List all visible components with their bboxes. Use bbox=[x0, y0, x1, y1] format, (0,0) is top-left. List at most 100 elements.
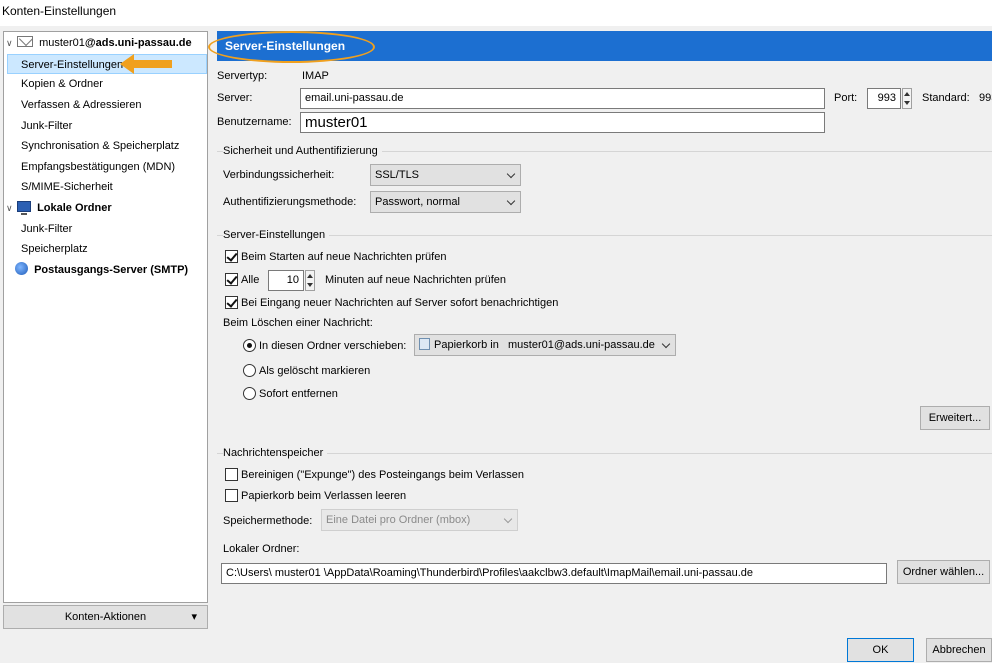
check-on-start-label: Beim Starten auf neue Nachrichten prüfen bbox=[241, 251, 447, 263]
local-folder-label: Lokaler Ordner: bbox=[223, 543, 300, 555]
tree-item-label: S/MIME-Sicherheit bbox=[21, 181, 113, 193]
trash-folder-icon bbox=[419, 338, 430, 350]
server-input[interactable]: email.uni-passau.de bbox=[300, 88, 825, 109]
tree-item-label: Empfangsbestätigungen (MDN) bbox=[21, 161, 176, 173]
tree-item-junk-filter[interactable]: Junk-Filter bbox=[21, 116, 72, 136]
account-actions-label: Konten-Aktionen bbox=[64, 611, 147, 623]
local-folder-path-value: C:\Users\ muster01 \AppData\Roaming\Thun… bbox=[226, 567, 754, 579]
tree-item-label: Server-Einstellungen bbox=[21, 59, 124, 71]
move-to-folder-label: In diesen Ordner verschieben: bbox=[259, 340, 407, 352]
cancel-button-label: Abbrechen bbox=[932, 644, 986, 656]
notify-immediately-checkbox[interactable] bbox=[225, 296, 238, 309]
port-input[interactable]: 993 bbox=[867, 88, 901, 109]
tree-account[interactable]: ∨ muster01@ads.uni-passau.de bbox=[6, 33, 192, 53]
annotation-ellipse bbox=[208, 31, 375, 63]
account-actions-button[interactable]: Konten-Aktionen ▾ bbox=[3, 605, 208, 629]
advanced-button[interactable]: Erweitert... bbox=[920, 406, 990, 430]
annotation-arrow-head bbox=[120, 54, 134, 74]
username-label: Benutzername: bbox=[217, 116, 292, 128]
advanced-button-label: Erweitert... bbox=[928, 412, 982, 424]
tree-item-label: Verfassen & Adressieren bbox=[21, 99, 142, 111]
remove-immediately-radio[interactable] bbox=[243, 387, 256, 400]
trash-folder-account: muster01@ads.uni-passau.de bbox=[508, 339, 655, 351]
local-folder-path-input[interactable]: C:\Users\ muster01 \AppData\Roaming\Thun… bbox=[221, 563, 887, 584]
server-settings-legend: Server-Einstellungen bbox=[223, 229, 330, 241]
storage-method-label: Speichermethode: bbox=[223, 515, 313, 527]
empty-trash-checkbox[interactable] bbox=[225, 489, 238, 502]
ok-button-label: OK bbox=[872, 644, 889, 656]
title-bar: Konten-Einstellungen bbox=[0, 0, 992, 26]
empty-trash-label: Papierkorb beim Verlassen leeren bbox=[241, 490, 407, 502]
trash-folder-select[interactable]: Papierkorb in muster01@ads.uni-passau.de bbox=[414, 334, 676, 356]
globe-icon bbox=[15, 262, 28, 275]
auth-method-select[interactable]: Passwort, normal bbox=[370, 191, 521, 213]
server-settings-group bbox=[217, 235, 992, 236]
tree-item-label: Junk-Filter bbox=[21, 223, 73, 235]
ok-button[interactable]: OK bbox=[847, 638, 914, 662]
computer-icon bbox=[17, 201, 31, 215]
security-legend: Sicherheit und Authentifizierung bbox=[223, 145, 382, 157]
chevron-down-icon[interactable]: ∨ bbox=[6, 33, 13, 53]
tree-item-label: Synchronisation & Speicherplatz bbox=[21, 140, 180, 152]
auth-method-value: Passwort, normal bbox=[375, 196, 460, 208]
tree-item-label: Junk-Filter bbox=[21, 120, 73, 132]
auth-method-label: Authentifizierungsmethode: bbox=[223, 196, 357, 208]
check-interval-spinner[interactable] bbox=[305, 270, 315, 291]
port-input-value: 993 bbox=[877, 92, 896, 104]
tree-item-local-storage[interactable]: Speicherplatz bbox=[21, 239, 88, 259]
chevron-down-icon[interactable]: ∨ bbox=[6, 198, 13, 218]
dropdown-arrow-icon: ▾ bbox=[191, 611, 197, 623]
tree-item-label: Speicherplatz bbox=[21, 243, 88, 255]
account-name-suffix: @ads.uni-passau.de bbox=[84, 37, 192, 49]
window-title: Konten-Einstellungen bbox=[2, 4, 117, 18]
cancel-button[interactable]: Abbrechen bbox=[926, 638, 992, 662]
choose-folder-button[interactable]: Ordner wählen... bbox=[897, 560, 990, 584]
username-input[interactable]: muster01 bbox=[300, 112, 825, 133]
account-name-prefix: muster01 bbox=[39, 37, 85, 49]
check-every-checkbox[interactable] bbox=[225, 273, 238, 286]
tree-item-smime[interactable]: S/MIME-Sicherheit bbox=[21, 177, 113, 197]
tree-item-receipts[interactable]: Empfangsbestätigungen (MDN) bbox=[21, 157, 175, 177]
check-interval-value: 10 bbox=[286, 274, 299, 286]
storage-method-value: Eine Datei pro Ordner (mbox) bbox=[326, 514, 471, 526]
tree-item-copies-folders[interactable]: Kopien & Ordner bbox=[21, 74, 103, 94]
message-store-group bbox=[217, 453, 992, 454]
server-label: Server: bbox=[217, 92, 253, 104]
connection-security-label: Verbindungssicherheit: bbox=[223, 169, 335, 181]
port-spinner[interactable] bbox=[902, 88, 912, 109]
local-folders-label: Lokale Ordner bbox=[37, 202, 112, 214]
standard-label: Standard: bbox=[922, 92, 970, 104]
trash-folder-name: Papierkorb in bbox=[434, 339, 499, 351]
move-to-folder-radio[interactable] bbox=[243, 339, 256, 352]
on-delete-label: Beim Löschen einer Nachricht: bbox=[223, 317, 373, 329]
tree-local-folders[interactable]: ∨ Lokale Ordner bbox=[6, 198, 112, 218]
account-tree[interactable]: ∨ muster01@ads.uni-passau.de Server-Eins… bbox=[3, 31, 208, 603]
expunge-inbox-checkbox[interactable] bbox=[225, 468, 238, 481]
message-store-legend: Nachrichtenspeicher bbox=[223, 447, 328, 459]
tree-item-label: Kopien & Ordner bbox=[21, 78, 103, 90]
username-input-value: muster01 bbox=[305, 114, 368, 131]
tree-item-composition[interactable]: Verfassen & Adressieren bbox=[21, 95, 141, 115]
storage-method-select: Eine Datei pro Ordner (mbox) bbox=[321, 509, 518, 531]
remove-immediately-label: Sofort entfernen bbox=[259, 388, 338, 400]
tree-item-local-junk-filter[interactable]: Junk-Filter bbox=[21, 219, 72, 239]
connection-security-select[interactable]: SSL/TLS bbox=[370, 164, 521, 186]
tree-item-sync-storage[interactable]: Synchronisation & Speicherplatz bbox=[21, 136, 179, 156]
connection-security-value: SSL/TLS bbox=[375, 169, 420, 181]
standard-value: 993 bbox=[979, 92, 992, 104]
mark-deleted-radio[interactable] bbox=[243, 364, 256, 377]
port-label: Port: bbox=[834, 92, 858, 104]
check-on-start-checkbox[interactable] bbox=[225, 250, 238, 263]
mail-account-icon bbox=[17, 36, 33, 47]
server-type-label: Servertyp: bbox=[217, 70, 268, 82]
server-type-value: IMAP bbox=[302, 70, 329, 82]
tree-smtp[interactable]: Postausgangs-Server (SMTP) bbox=[15, 260, 188, 280]
expunge-inbox-label: Bereinigen ("Expunge") des Posteingangs … bbox=[241, 469, 524, 481]
smtp-label: Postausgangs-Server (SMTP) bbox=[34, 264, 189, 276]
mark-deleted-label: Als gelöscht markieren bbox=[259, 365, 371, 377]
check-interval-input[interactable]: 10 bbox=[268, 270, 304, 291]
choose-folder-button-label: Ordner wählen... bbox=[902, 566, 985, 578]
tree-item-server-settings[interactable]: Server-Einstellungen bbox=[7, 54, 207, 74]
check-every-suffix: Minuten auf neue Nachrichten prüfen bbox=[325, 274, 507, 286]
notify-immediately-label: Bei Eingang neuer Nachrichten auf Server… bbox=[241, 297, 559, 309]
